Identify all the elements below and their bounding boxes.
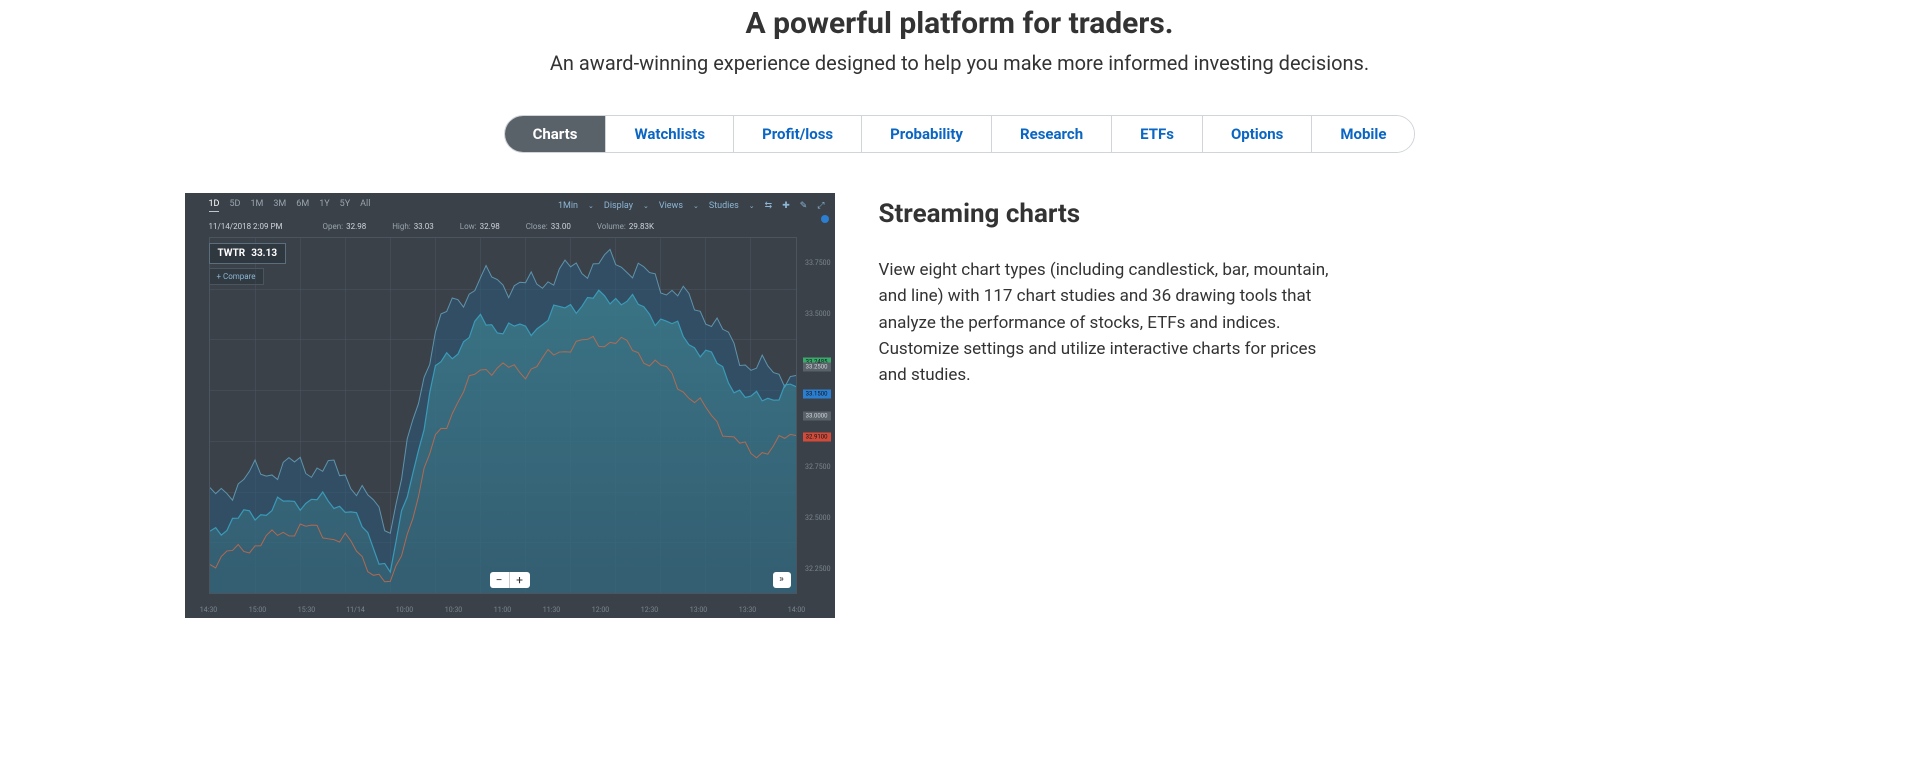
ticker-box[interactable]: TWTR 33.13	[209, 243, 287, 264]
range-1y[interactable]: 1Y	[319, 199, 329, 212]
low-value: 32.98	[480, 222, 500, 231]
x-tick: 14:00	[788, 606, 805, 614]
y-tick: 32.2500	[805, 565, 830, 573]
volume-value: 29.83K	[629, 222, 654, 231]
zoom-control: − +	[490, 572, 530, 588]
range-selector: 1D 5D 1M 3M 6M 1Y 5Y All	[209, 199, 371, 212]
expand-button[interactable]: »	[773, 572, 791, 588]
hero-title: A powerful platform for traders.	[175, 6, 1745, 41]
zoom-in-button[interactable]: +	[510, 572, 530, 588]
y-tick: 33.5000	[805, 310, 830, 318]
settings-dot[interactable]	[821, 215, 829, 223]
close-value: 33.00	[551, 222, 571, 231]
section-description: View eight chart types (including candle…	[879, 257, 1339, 389]
x-tick: 13:00	[690, 606, 707, 614]
add-icon[interactable]: ✚	[782, 201, 790, 211]
range-1m[interactable]: 1M	[250, 199, 263, 212]
feature-tabbar: ChartsWatchlistsProfit/lossProbabilityRe…	[175, 115, 1745, 153]
compare-button[interactable]: + Compare	[209, 268, 264, 285]
high-label: High:	[392, 222, 411, 231]
close-label: Close:	[526, 222, 548, 231]
chart-stats-row: 11/14/2018 2:09 PM Open:32.98 High:33.03…	[185, 216, 835, 235]
x-tick: 12:00	[592, 606, 609, 614]
chart-svg	[210, 238, 796, 593]
chevron-down-icon: ⌄	[749, 202, 755, 210]
range-5d[interactable]: 5D	[229, 199, 240, 212]
expand-icon[interactable]: ⤢	[817, 201, 824, 211]
chart-control-studies[interactable]: Studies	[709, 201, 739, 211]
y-tick: 32.5000	[805, 514, 830, 522]
chart-plot-area[interactable]	[209, 237, 797, 594]
chevron-down-icon: ⌄	[588, 202, 594, 210]
section-title: Streaming charts	[879, 199, 1339, 229]
range-1d[interactable]: 1D	[209, 199, 220, 212]
x-tick: 11/14	[346, 606, 365, 614]
price-badge: 33.0000	[803, 411, 831, 420]
tab-options[interactable]: Options	[1203, 116, 1312, 152]
compare-icon[interactable]: ⇆	[765, 201, 773, 211]
range-6m[interactable]: 6M	[296, 199, 309, 212]
chart-datetime: 11/14/2018 2:09 PM	[209, 222, 283, 231]
chart-controls: 1Min ⌄ Display ⌄ Views ⌄ Studies ⌄ ⇆ ✚ ✎ ⤢	[558, 201, 825, 211]
low-label: Low:	[460, 222, 477, 231]
tab-research[interactable]: Research	[992, 116, 1112, 152]
x-tick: 10:30	[445, 606, 462, 614]
ticker-symbol: TWTR	[218, 248, 246, 259]
y-axis: 33.7500 33.5000 33.2500 33.0000 32.7500 32.50…	[799, 237, 831, 594]
hero-subtitle: An award-winning experience designed to …	[175, 51, 1745, 75]
open-label: Open:	[323, 222, 344, 231]
chart-control-display[interactable]: Display	[604, 201, 633, 211]
x-tick: 15:00	[249, 606, 266, 614]
tab-profit-loss[interactable]: Profit/loss	[734, 116, 862, 152]
y-tick: 33.7500	[805, 259, 830, 267]
chevron-down-icon: ⌄	[693, 202, 699, 210]
x-tick: 15:30	[298, 606, 315, 614]
y-tick: 32.7500	[805, 463, 830, 471]
chevron-down-icon: ⌄	[643, 202, 649, 210]
ticker-price: 33.13	[251, 248, 277, 259]
tab-watchlists[interactable]: Watchlists	[606, 116, 734, 152]
x-tick: 11:00	[494, 606, 511, 614]
price-badge: 33.2500	[803, 363, 831, 372]
chart-control-views[interactable]: Views	[659, 201, 683, 211]
x-axis: 14:3015:0015:3011/1410:0010:3011:0011:30…	[209, 600, 797, 614]
tab-probability[interactable]: Probability	[862, 116, 992, 152]
edit-icon[interactable]: ✎	[800, 201, 808, 211]
x-tick: 13:30	[739, 606, 756, 614]
x-tick: 12:30	[641, 606, 658, 614]
tab-etfs[interactable]: ETFs	[1112, 116, 1203, 152]
chart-panel: 1D 5D 1M 3M 6M 1Y 5Y All 1Min ⌄ Display ⌄ Views ⌄ Stu…	[185, 193, 835, 618]
open-value: 32.98	[346, 222, 366, 231]
section-text: Streaming charts View eight chart types …	[879, 193, 1339, 389]
chart-control-1min[interactable]: 1Min	[558, 201, 578, 211]
range-3m[interactable]: 3M	[273, 199, 286, 212]
range-5y[interactable]: 5Y	[340, 199, 350, 212]
x-tick: 14:30	[200, 606, 217, 614]
price-badge: 33.1500	[803, 390, 831, 399]
tab-mobile[interactable]: Mobile	[1312, 116, 1414, 152]
zoom-out-button[interactable]: −	[490, 572, 510, 588]
x-tick: 10:00	[396, 606, 413, 614]
x-tick: 11:30	[543, 606, 560, 614]
volume-label: Volume:	[597, 222, 626, 231]
price-badge: 32.9100	[803, 432, 831, 441]
high-value: 33.03	[414, 222, 434, 231]
range-all[interactable]: All	[360, 199, 370, 212]
tab-charts[interactable]: Charts	[505, 116, 607, 152]
